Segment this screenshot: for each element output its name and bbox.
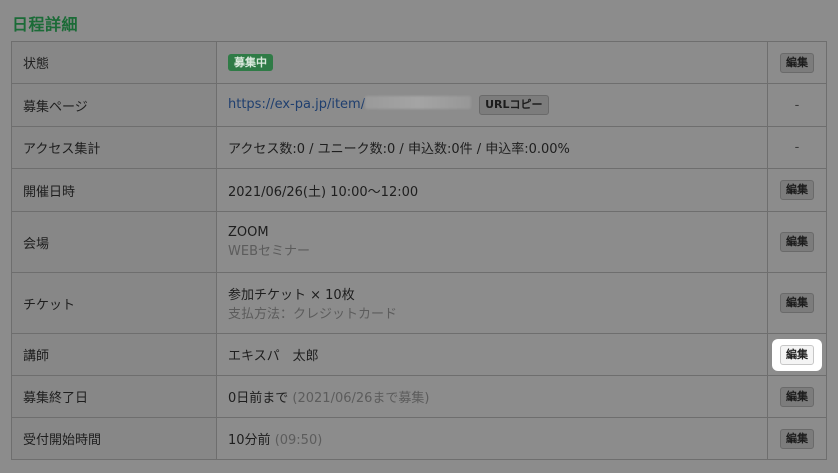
table-row-reception-start: 受付開始時間 10分前 (09:50) 編集 [11, 417, 827, 460]
venue-sub: WEBセミナー [228, 244, 310, 259]
row-value: 参加チケット × 10枚 支払方法：クレジットカード [216, 272, 768, 334]
row-value: https://ex-pa.jp/item/URLコピー [216, 83, 768, 127]
table-row-status: 状態 募集中 編集 [11, 41, 827, 84]
status-badge: 募集中 [228, 54, 273, 71]
table-row-ticket: チケット 参加チケット × 10枚 支払方法：クレジットカード 編集 [11, 272, 827, 334]
table-row-access-stats: アクセス集計 アクセス数:0 / ユニーク数:0 / 申込数:0件 / 申込率:… [11, 126, 827, 169]
highlight-spotlight: 編集 [772, 338, 822, 371]
row-label: 開催日時 [11, 168, 217, 212]
table-row-recruit-page: 募集ページ https://ex-pa.jp/item/URLコピー - [11, 83, 827, 127]
instructor-value: エキスパ 太郎 [216, 333, 768, 376]
row-label: 状態 [11, 41, 217, 84]
edit-status-button[interactable]: 編集 [780, 52, 814, 73]
end-date-value: 0日前まで [228, 391, 289, 406]
recruit-page-link[interactable]: https://ex-pa.jp/item/ [228, 97, 365, 112]
edit-datetime-button[interactable]: 編集 [780, 180, 814, 200]
section-title: 日程詳細 [12, 15, 79, 34]
edit-reception-start-button[interactable]: 編集 [780, 428, 814, 449]
reception-start-time: (09:50) [274, 433, 323, 448]
row-value: 10分前 (09:50) [216, 417, 768, 460]
table-row-venue: 会場 ZOOM WEBセミナー 編集 [11, 211, 827, 273]
end-date-note: (2021/06/26まで募集) [292, 391, 430, 406]
table-row-datetime: 開催日時 2021/06/26(土) 10:00〜12:00 編集 [11, 168, 827, 212]
row-action: 編集 [767, 211, 827, 273]
row-value: ZOOM WEBセミナー [216, 211, 768, 273]
edit-instructor-button[interactable]: 編集 [780, 344, 814, 365]
datetime-value: 2021/06/26(土) 10:00〜12:00 [216, 168, 768, 212]
row-action: 編集 [767, 168, 827, 212]
row-label: 募集終了日 [11, 375, 217, 418]
reception-start-value: 10分前 [228, 433, 271, 448]
payment-method: 支払方法：クレジットカード [228, 307, 398, 322]
ticket-value: 参加チケット × 10枚 [228, 288, 355, 303]
row-label: アクセス集計 [11, 126, 217, 169]
row-action-empty: - [767, 126, 827, 169]
row-action: 編集 [767, 272, 827, 334]
redacted-url-id [365, 96, 472, 109]
edit-ticket-button[interactable]: 編集 [780, 293, 814, 313]
row-label: 受付開始時間 [11, 417, 217, 460]
row-action-empty: - [767, 83, 827, 127]
edit-venue-button[interactable]: 編集 [780, 232, 814, 252]
row-label: 講師 [11, 333, 217, 376]
url-copy-button[interactable]: URLコピー [479, 95, 549, 115]
schedule-details-table: 状態 募集中 編集 募集ページ https://ex-pa.jp/item/UR… [11, 41, 827, 460]
row-value: 募集中 [216, 41, 768, 84]
row-action: 編集 [767, 41, 827, 84]
table-row-end-date: 募集終了日 0日前まで (2021/06/26まで募集) 編集 [11, 375, 827, 418]
table-row-instructor: 講師 エキスパ 太郎 編集 [11, 333, 827, 376]
row-value: 0日前まで (2021/06/26まで募集) [216, 375, 768, 418]
row-action: 編集 [767, 417, 827, 460]
row-label: 募集ページ [11, 83, 217, 127]
access-stats-value: アクセス数:0 / ユニーク数:0 / 申込数:0件 / 申込率:0.00% [216, 126, 768, 169]
row-label: チケット [11, 272, 217, 334]
row-label: 会場 [11, 211, 217, 273]
edit-end-date-button[interactable]: 編集 [780, 386, 814, 407]
row-action: 編集 [767, 333, 827, 376]
venue-value: ZOOM [228, 225, 269, 240]
row-action: 編集 [767, 375, 827, 418]
